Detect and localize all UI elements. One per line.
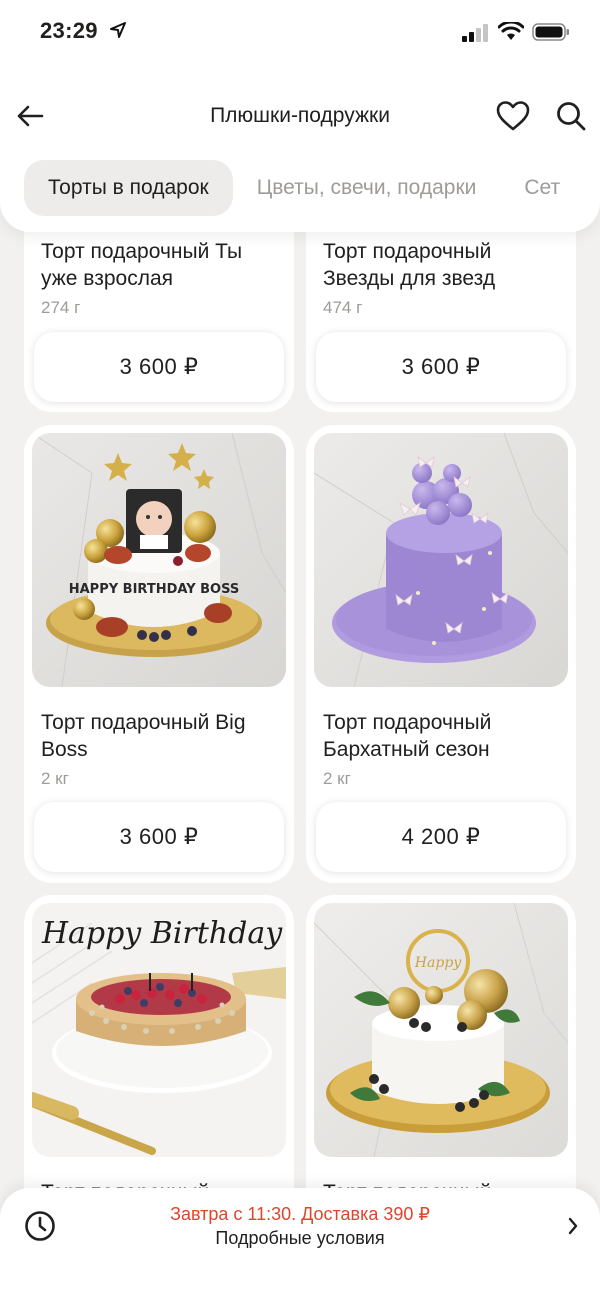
product-card[interactable]: HAPPY BIRTHDAY BOSS Торт подарочный Big … [24, 425, 294, 883]
price-button[interactable]: 3 600 ₽ [34, 802, 284, 872]
cake-topper-text: HAPPY BIRTHDAY BOSS [69, 582, 240, 597]
cake-happy-birthday-image: Happy Birthday [32, 903, 286, 1157]
svg-text:Happy: Happy [414, 955, 462, 971]
price-button[interactable]: 3 600 ₽ [316, 332, 566, 402]
status-bar: 23:29 [0, 0, 600, 64]
tab-set[interactable]: Сет [500, 160, 584, 216]
wifi-icon [498, 22, 524, 40]
favorite-button[interactable] [494, 98, 532, 134]
product-name: Торт подарочный Бархатный сезон [323, 711, 492, 761]
product-card[interactable]: Торт подарочный Бархатный сезон 2 кг 4 2… [306, 425, 576, 883]
delivery-time-and-price: Завтра с 11:30. Доставка 390 ₽ [170, 1204, 430, 1224]
location-arrow-icon [110, 22, 126, 38]
cake-barkhatny-sezon-image [314, 433, 568, 687]
product-name: Торт подарочный Звезды для звезд [323, 240, 496, 290]
search-button[interactable] [552, 98, 590, 134]
product-weight: 474 г [323, 298, 363, 317]
product-image [314, 433, 568, 687]
product-name: Торт подарочный Ты уже взрослая [41, 240, 243, 290]
price-button[interactable]: 4 200 ₽ [316, 802, 566, 872]
status-time: 23:29 [40, 18, 98, 43]
product-image: Happy Birthday [32, 903, 286, 1157]
product-name: Торт подарочный Big Boss [41, 711, 246, 761]
chevron-right-icon [568, 1217, 578, 1235]
product-weight: 2 кг [323, 769, 351, 788]
category-tabs: Торты в подарок Цветы, свечи, подарки Се… [24, 160, 600, 216]
heart-icon [496, 101, 530, 131]
search-icon [557, 102, 586, 131]
price-button[interactable]: 3 600 ₽ [34, 332, 284, 402]
delivery-details-link[interactable]: Подробные условия [0, 1228, 600, 1249]
cake-topper-text: Happy Birthday [41, 916, 283, 951]
tab-torty-v-podarok[interactable]: Торты в подарок [24, 160, 233, 216]
battery-icon [532, 23, 569, 41]
cake-gold-spheres-image: Happy [314, 903, 568, 1157]
tab-cvety-svechi-podarki[interactable]: Цветы, свечи, подарки [233, 160, 501, 216]
cake-big-boss-image: HAPPY BIRTHDAY BOSS [32, 433, 286, 687]
store-header: Плюшки-подружки Торты в подарок Цветы, с… [0, 64, 600, 232]
signal-icon [462, 24, 488, 42]
product-image: HAPPY BIRTHDAY BOSS [32, 433, 286, 687]
delivery-info-bar[interactable]: Завтра с 11:30. Доставка 390 ₽ Подробные… [0, 1188, 600, 1298]
product-weight: 274 г [41, 298, 81, 317]
product-weight: 2 кг [41, 769, 69, 788]
product-image: Happy [314, 903, 568, 1157]
